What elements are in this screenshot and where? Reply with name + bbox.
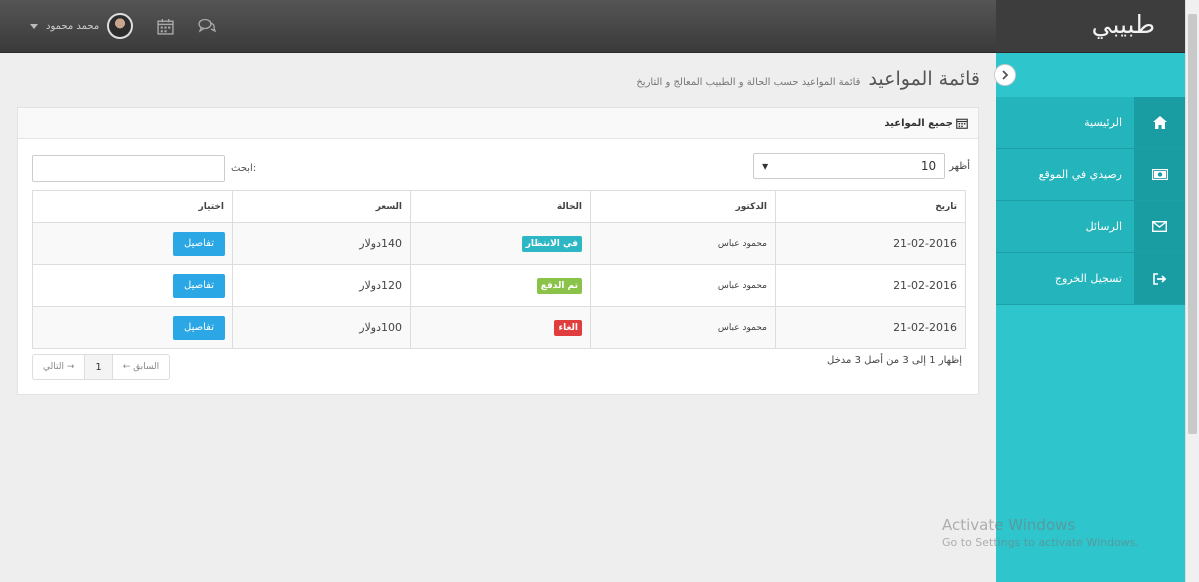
table-header-row: تاريخ الدكتور الحالة السعر اختيار [32, 190, 966, 223]
table-info: إظهار 1 إلى 3 من أصل 3 مدخل [827, 355, 962, 366]
page-header: قائمة المواعيد قائمة المواعيد حسب الحالة… [636, 68, 980, 90]
pagination: التالي → 1 ← السابق [32, 354, 171, 380]
column-header-action[interactable]: اختيار [32, 190, 233, 223]
cell-date: 21-02-2016 [775, 264, 966, 307]
money-icon [1134, 149, 1185, 200]
calendar-icon[interactable] [155, 16, 175, 36]
table-search: ابحث: [32, 155, 256, 182]
watermark-title: Activate Windows [942, 516, 1076, 534]
details-button[interactable]: تفاصيل [173, 315, 225, 340]
windows-activation-watermark: Activate Windows Go to Settings to activ… [942, 516, 1139, 549]
select-arrow-icon: ▾ [762, 159, 769, 173]
cell-status: الغاء [410, 306, 591, 349]
pagination-page-1[interactable]: 1 [85, 355, 113, 379]
envelope-icon [1134, 201, 1185, 252]
cell-doctor: محمود عباس [590, 306, 776, 349]
sidebar-item-label: رصيدي في الموقع [1038, 168, 1122, 181]
cell-price: 100دولار [232, 306, 411, 349]
details-button[interactable]: تفاصيل [173, 231, 225, 256]
status-badge: في الانتظار [521, 235, 582, 252]
search-input[interactable] [32, 155, 225, 182]
cell-status: في الانتظار [410, 222, 591, 265]
cell-price: 140دولار [232, 222, 411, 265]
calendar-icon [956, 118, 968, 129]
panel-title: جميع المواعيد [884, 117, 953, 129]
page-length-label: أظهر [949, 160, 970, 172]
status-badge: الغاء [554, 319, 582, 336]
watermark-subtitle: Go to Settings to activate Windows. [942, 536, 1140, 549]
user-menu[interactable]: محمد محمود [30, 13, 217, 39]
column-header-status[interactable]: الحالة [410, 190, 591, 223]
brand-logo[interactable]: طبيبي [1092, 10, 1155, 39]
sidebar-item-balance[interactable]: رصيدي في الموقع [996, 149, 1185, 201]
pagination-prev[interactable]: ← السابق [113, 355, 169, 379]
table-row: 21-02-2016 محمود عباس في الانتظار 140دول… [32, 222, 966, 265]
column-header-date[interactable]: تاريخ [775, 190, 966, 223]
chat-icon[interactable] [197, 16, 217, 36]
table-controls: ▾ 10 أظهر ابحث: [18, 153, 978, 182]
cell-action: تفاصيل [32, 222, 233, 265]
table-row: 21-02-2016 محمود عباس الغاء 100دولار تفا… [32, 306, 966, 349]
page-title: قائمة المواعيد [868, 68, 980, 90]
chevron-right-icon [1002, 70, 1009, 80]
sidebar-nav: الرئيسية رصيدي في الموقع الرسائل تسجيل ا… [996, 97, 1185, 305]
user-name[interactable]: محمد محمود [46, 21, 99, 32]
page-scrollbar[interactable] [1185, 0, 1199, 582]
page-length-value: 10 [920, 159, 937, 173]
cell-date: 21-02-2016 [775, 306, 966, 349]
cell-date: 21-02-2016 [775, 222, 966, 265]
cell-action: تفاصيل [32, 306, 233, 349]
avatar[interactable] [107, 13, 134, 39]
panel-header: جميع المواعيد [18, 108, 978, 139]
top-navbar: محمد محمود [0, 0, 996, 53]
details-button[interactable]: تفاصيل [173, 273, 225, 298]
caret-down-icon[interactable] [30, 23, 38, 29]
column-header-doctor[interactable]: الدكتور [590, 190, 776, 223]
cell-status: تم الدفع [410, 264, 591, 307]
logout-icon [1134, 253, 1185, 304]
sidebar-item-label: تسجيل الخروج [1054, 272, 1122, 285]
sidebar-item-label: الرسائل [1085, 220, 1122, 233]
appointments-panel: جميع المواعيد ▾ 10 أظهر ابحث: تاريخ الدك… [17, 107, 979, 395]
page-length: ▾ 10 أظهر [753, 153, 970, 179]
sidebar-item-label: الرئيسية [1084, 116, 1122, 129]
table-row: 21-02-2016 محمود عباس تم الدفع 120دولار … [32, 264, 966, 307]
column-header-price[interactable]: السعر [232, 190, 411, 223]
pagination-next[interactable]: التالي → [33, 355, 86, 379]
cell-doctor: محمود عباس [590, 264, 776, 307]
sidebar-item-logout[interactable]: تسجيل الخروج [996, 253, 1185, 305]
page-subtitle: قائمة المواعيد حسب الحالة و الطبيب المعا… [636, 77, 861, 88]
cell-price: 120دولار [232, 264, 411, 307]
sidebar-item-messages[interactable]: الرسائل [996, 201, 1185, 253]
page-length-select[interactable]: ▾ 10 [753, 153, 946, 179]
status-badge: تم الدفع [536, 277, 582, 294]
cell-action: تفاصيل [32, 264, 233, 307]
scrollbar-thumb[interactable] [1188, 14, 1197, 434]
home-icon [1134, 97, 1185, 148]
sidebar-item-home[interactable]: الرئيسية [996, 97, 1185, 149]
appointments-table: تاريخ الدكتور الحالة السعر اختيار 21-02-… [32, 190, 966, 349]
search-label: ابحث: [231, 163, 257, 174]
cell-doctor: محمود عباس [590, 222, 776, 265]
brand-bar: طبيبي [996, 0, 1185, 53]
sidebar-toggle-button[interactable] [994, 64, 1016, 86]
